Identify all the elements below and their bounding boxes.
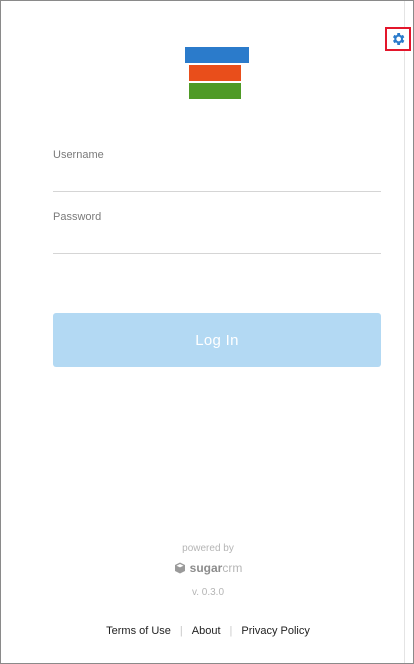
gear-icon bbox=[393, 33, 405, 45]
terms-of-use-link[interactable]: Terms of Use bbox=[106, 625, 171, 637]
sugarcrm-brand: sugarcrm bbox=[1, 561, 414, 575]
privacy-policy-link[interactable]: Privacy Policy bbox=[241, 625, 309, 637]
app-logo bbox=[185, 47, 249, 99]
login-button[interactable]: Log In bbox=[53, 313, 381, 367]
version-text: v. 0.3.0 bbox=[191, 587, 225, 598]
footer-separator: | bbox=[229, 625, 233, 637]
password-input[interactable] bbox=[53, 209, 381, 253]
logo-bar-orange bbox=[189, 65, 241, 81]
footer-links: Terms of Use | About | Privacy Policy bbox=[1, 625, 414, 637]
logo-bar-blue bbox=[185, 47, 249, 63]
settings-button[interactable] bbox=[385, 27, 411, 51]
about-link[interactable]: About bbox=[192, 625, 221, 637]
username-field-wrapper bbox=[53, 147, 381, 192]
login-screen: Log In powered by sugarcrm v. 0.3.0 Term… bbox=[0, 0, 414, 664]
brand-crm-text: crm bbox=[222, 561, 243, 575]
footer-separator: | bbox=[179, 625, 183, 637]
sugarcrm-cube-icon bbox=[174, 562, 185, 574]
password-field-wrapper bbox=[53, 209, 381, 254]
logo-bar-green bbox=[189, 83, 241, 99]
powered-by-text: powered by bbox=[182, 543, 234, 554]
brand-sugar-text: sugar bbox=[189, 561, 223, 575]
username-input[interactable] bbox=[53, 147, 381, 191]
